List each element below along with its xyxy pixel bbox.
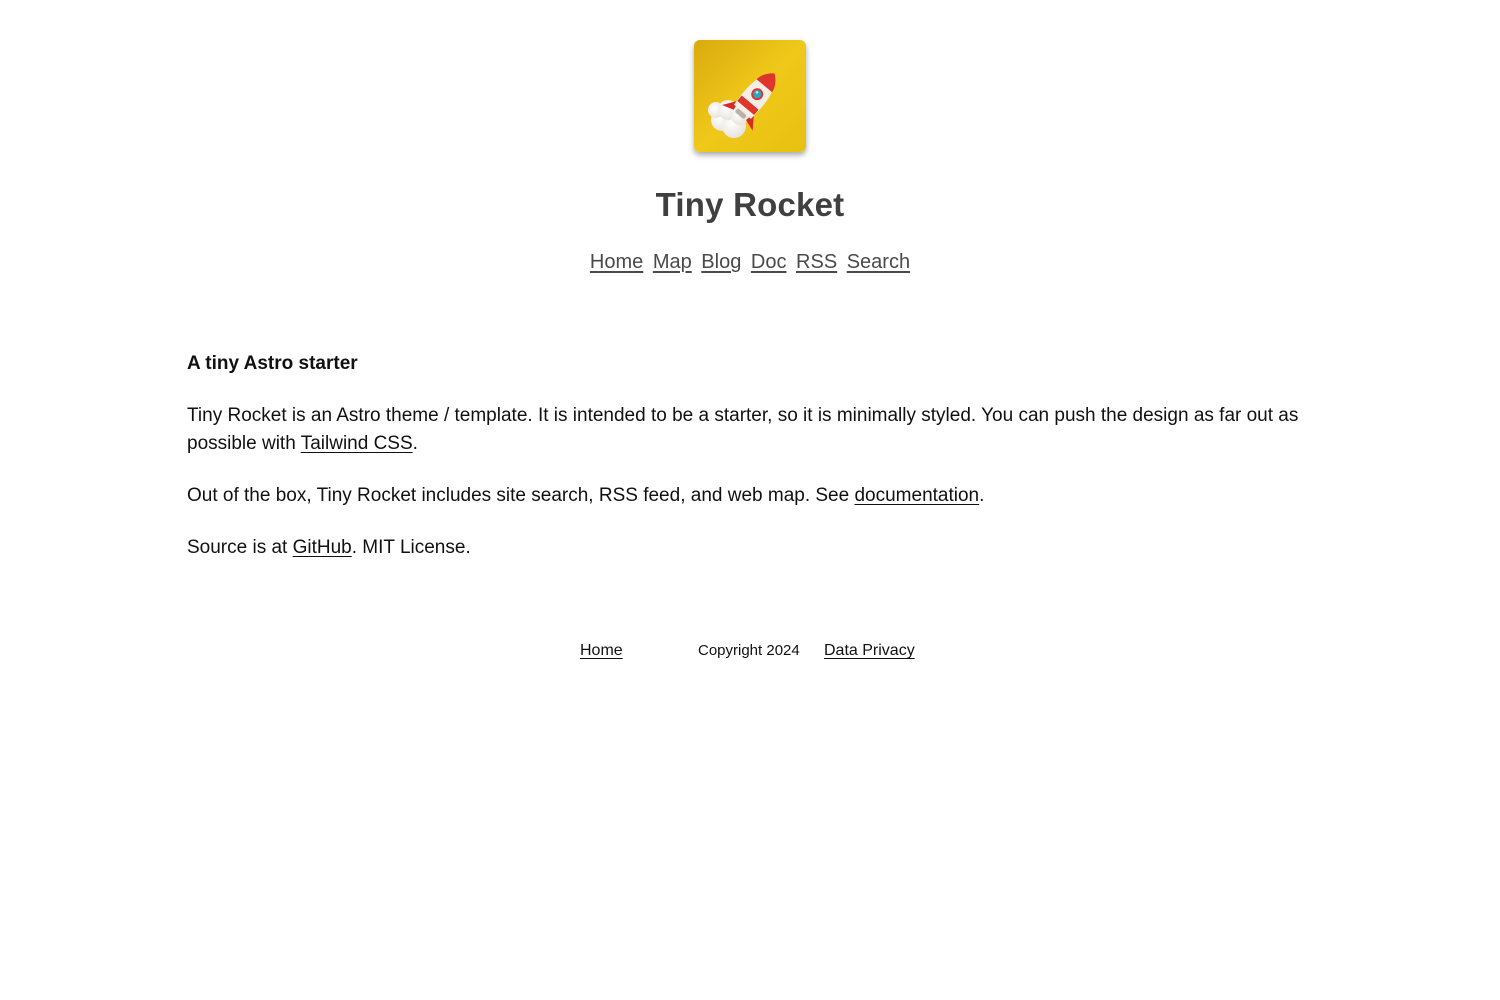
footer-copyright: Copyright 2024	[698, 642, 800, 659]
nav-search[interactable]: Search	[847, 251, 910, 273]
main-content: A tiny Astro starter Tiny Rocket is an A…	[187, 350, 1313, 586]
source-text: Source is at	[187, 537, 293, 558]
features-end: .	[979, 485, 985, 506]
main-nav: Home Map Blog Doc RSS Search	[0, 251, 1500, 274]
nav-blog[interactable]: Blog	[701, 251, 741, 273]
tailwind-link[interactable]: Tailwind CSS	[301, 433, 413, 454]
features-text: Out of the box, Tiny Rocket includes sit…	[187, 485, 855, 506]
source-end: . MIT License.	[351, 537, 471, 558]
features-paragraph: Out of the box, Tiny Rocket includes sit…	[187, 482, 1313, 510]
footer-privacy-link[interactable]: Data Privacy	[824, 642, 915, 660]
footer-home-link[interactable]: Home	[580, 642, 623, 660]
page: Tiny Rocket Home Map Blog Doc RSS Search…	[0, 0, 1500, 1000]
intro-end: .	[412, 433, 418, 454]
rocket-icon	[694, 40, 806, 152]
github-link[interactable]: GitHub	[293, 537, 352, 558]
documentation-link[interactable]: documentation	[854, 485, 979, 506]
nav-doc[interactable]: Doc	[751, 251, 787, 273]
nav-rss[interactable]: RSS	[796, 251, 837, 273]
intro-paragraph: Tiny Rocket is an Astro theme / template…	[187, 402, 1313, 458]
nav-home[interactable]: Home	[590, 251, 643, 273]
nav-map[interactable]: Map	[653, 251, 692, 273]
site-title: Tiny Rocket	[655, 186, 845, 223]
source-paragraph: Source is at GitHub. MIT License.	[187, 534, 1313, 562]
site-logo[interactable]	[694, 40, 806, 152]
content-heading: A tiny Astro starter	[187, 353, 358, 374]
footer: Home Copyright 2024 Data Privacy	[0, 640, 1500, 670]
